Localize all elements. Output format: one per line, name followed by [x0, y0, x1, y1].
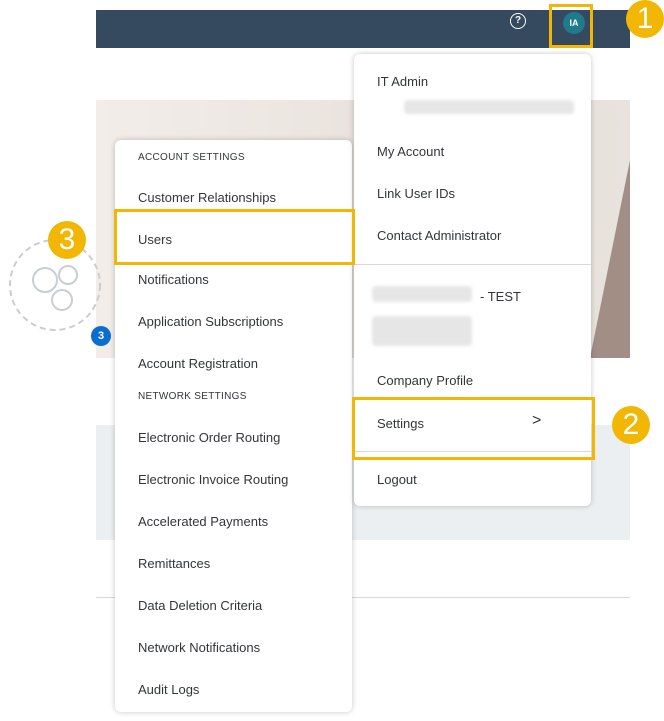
- menu-item-customer-relationships[interactable]: Customer Relationships: [138, 190, 276, 205]
- menu-item-my-account[interactable]: My Account: [377, 144, 444, 159]
- menu-item-notifications[interactable]: Notifications: [138, 272, 209, 287]
- menu-item-audit-logs[interactable]: Audit Logs: [138, 682, 199, 697]
- step-3-badge: 3: [48, 221, 86, 259]
- redacted-email: [404, 100, 574, 114]
- settings-highlight-box: [352, 397, 595, 460]
- menu-item-accelerated-payments[interactable]: Accelerated Payments: [138, 514, 268, 529]
- menu-item-network-notifications[interactable]: Network Notifications: [138, 640, 260, 655]
- menu-item-contact-administrator[interactable]: Contact Administrator: [377, 228, 501, 243]
- step-1-badge: 1: [626, 0, 664, 38]
- menu-item-account-registration[interactable]: Account Registration: [138, 356, 258, 371]
- user-name: IT Admin: [377, 74, 429, 89]
- help-icon[interactable]: ?: [510, 13, 526, 29]
- menu-item-logout[interactable]: Logout: [377, 472, 417, 487]
- notification-count-badge: 3: [91, 326, 111, 346]
- menu-item-link-user-ids[interactable]: Link User IDs: [377, 186, 455, 201]
- avatar-highlight-box: [549, 4, 593, 48]
- menu-divider: [354, 264, 591, 265]
- users-highlight-box: [114, 209, 355, 265]
- menu-item-application-subscriptions[interactable]: Application Subscriptions: [138, 314, 283, 329]
- menu-item-electronic-invoice-routing[interactable]: Electronic Invoice Routing: [138, 472, 288, 487]
- step-2-badge: 2: [612, 406, 650, 444]
- menu-item-data-deletion-criteria[interactable]: Data Deletion Criteria: [138, 598, 262, 613]
- redacted-company-id: [372, 316, 472, 346]
- menu-item-electronic-order-routing[interactable]: Electronic Order Routing: [138, 430, 280, 445]
- account-settings-heading: ACCOUNT SETTINGS: [138, 152, 245, 163]
- menu-item-company-profile[interactable]: Company Profile: [377, 373, 473, 388]
- network-settings-heading: NETWORK SETTINGS: [138, 391, 247, 402]
- menu-item-remittances[interactable]: Remittances: [138, 556, 210, 571]
- company-suffix: - TEST: [480, 289, 521, 304]
- redacted-company-name: [372, 286, 472, 302]
